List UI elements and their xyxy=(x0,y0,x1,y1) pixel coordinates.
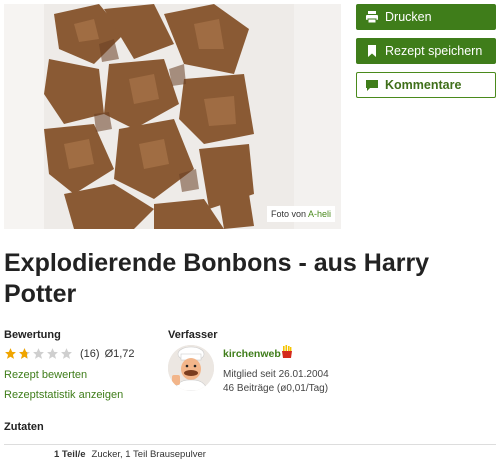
author-heading: Verfasser xyxy=(168,329,218,341)
recipe-photo[interactable]: Foto von A-heli xyxy=(4,4,341,229)
author-posts: 46 Beiträge (ø0,01/Tag) xyxy=(223,383,329,394)
recipe-stats-link[interactable]: Rezeptstatistik anzeigen xyxy=(4,389,123,401)
ingredient-row: 1 Teil/e Zucker, 1 Teil Brausepulver xyxy=(54,449,206,460)
ingredient-name: Zucker, 1 Teil Brausepulver xyxy=(91,449,206,460)
bookmark-icon xyxy=(365,44,379,58)
recipe-title: Explodierende Bonbons - aus Harry Potter xyxy=(4,249,430,308)
author-avatar[interactable] xyxy=(168,345,214,391)
rating-count: (16) xyxy=(80,347,100,360)
star-empty-icon xyxy=(61,348,72,359)
author-name-link[interactable]: kirchenweb xyxy=(223,348,281,360)
ingredients-divider xyxy=(4,444,496,445)
print-button-label: Drucken xyxy=(385,10,432,24)
rate-recipe-link[interactable]: Rezept bewerten xyxy=(4,369,87,381)
photo-credit-prefix: Foto von xyxy=(270,209,308,219)
photo-image xyxy=(4,4,341,229)
recipe-actions: Drucken Rezept speichern Kommentare xyxy=(356,4,496,106)
save-recipe-button-label: Rezept speichern xyxy=(385,44,483,58)
comments-button[interactable]: Kommentare xyxy=(356,72,496,98)
rating-heading: Bewertung xyxy=(4,329,61,341)
fries-badge-icon xyxy=(280,345,294,364)
rating-stars[interactable] xyxy=(4,347,74,360)
star-empty-icon xyxy=(47,348,58,359)
author-member-since: Mitglied seit 26.01.2004 xyxy=(223,369,329,380)
comment-icon xyxy=(365,78,379,92)
rating-summary: (16) Ø1,72 xyxy=(4,347,135,360)
photo-credit: Foto von A-heli xyxy=(266,206,335,222)
photo-credit-author-link[interactable]: A-heli xyxy=(308,209,331,219)
rating-average: Ø1,72 xyxy=(104,347,135,360)
ingredients-heading: Zutaten xyxy=(4,421,44,433)
ingredient-amount: 1 Teil/e xyxy=(54,449,86,460)
printer-icon xyxy=(365,10,379,24)
star-empty-icon xyxy=(33,348,44,359)
star-full-icon xyxy=(5,348,16,359)
star-partial-icon xyxy=(19,348,30,359)
save-recipe-button[interactable]: Rezept speichern xyxy=(356,38,496,64)
print-button[interactable]: Drucken xyxy=(356,4,496,30)
comments-button-label: Kommentare xyxy=(385,78,462,92)
